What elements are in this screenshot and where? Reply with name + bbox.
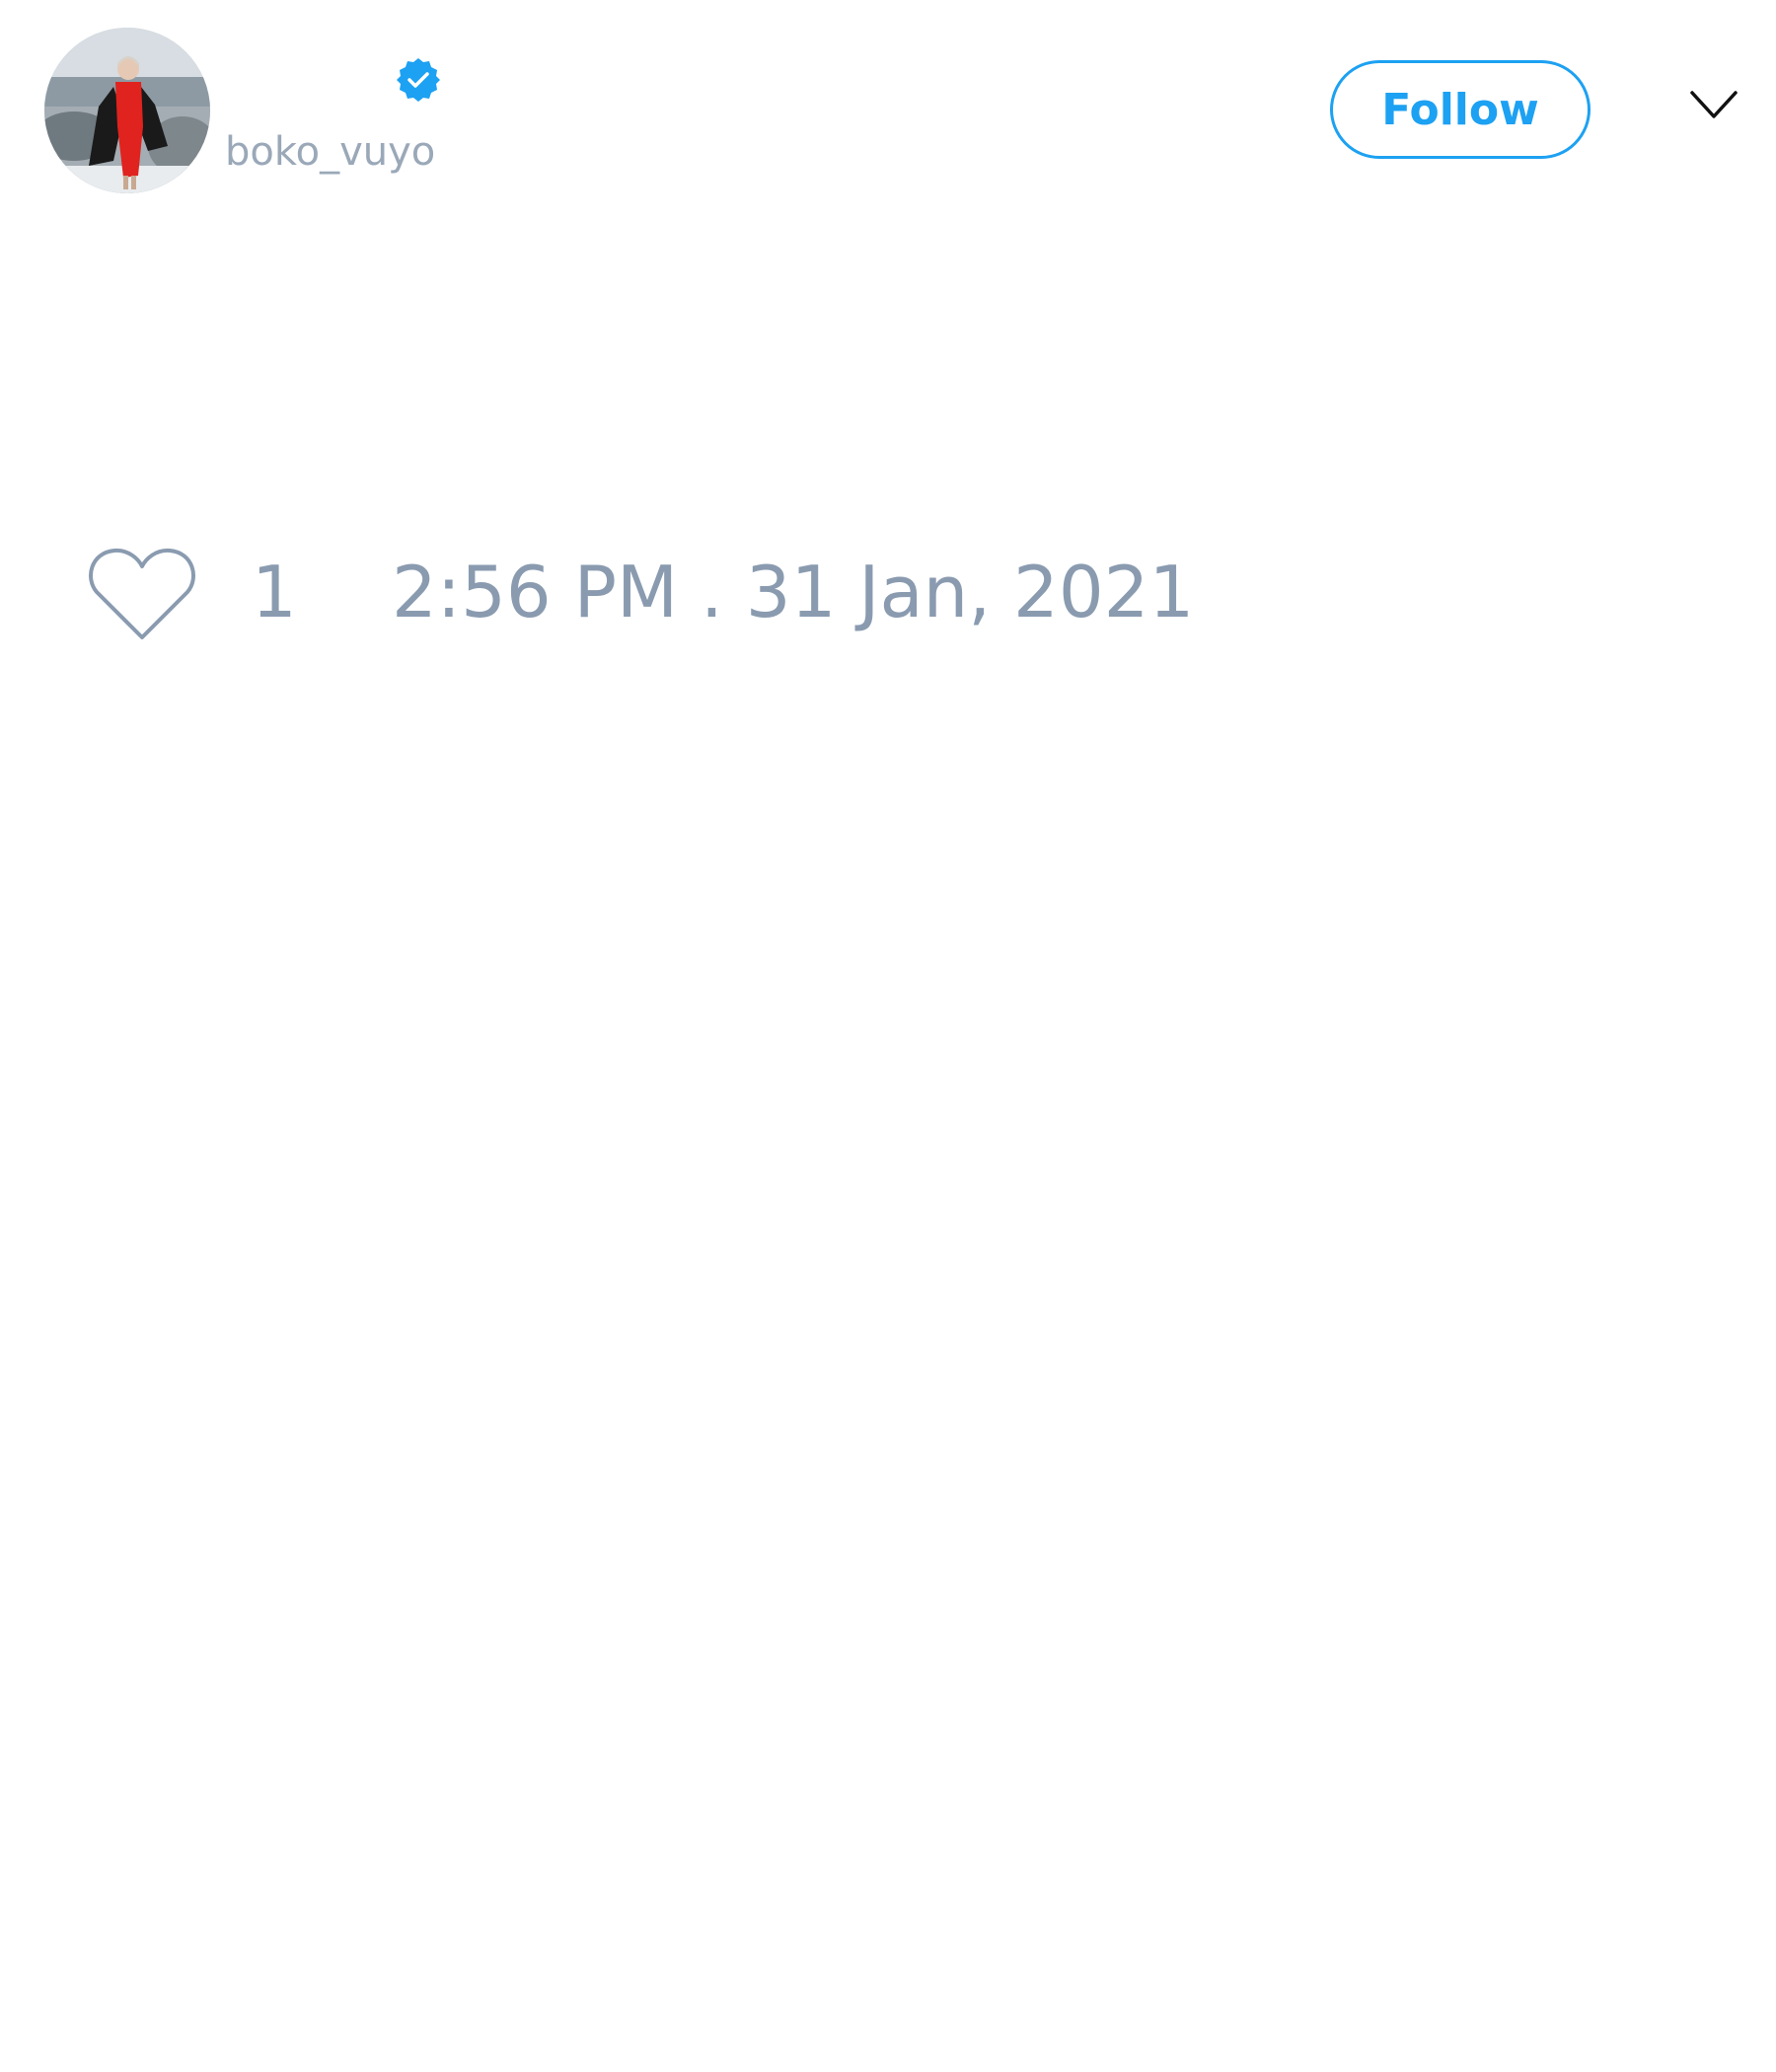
verified-badge-icon xyxy=(397,58,440,102)
tweet-timestamp[interactable]: 2:56 PM . 31 Jan, 2021 xyxy=(392,551,1194,633)
avatar[interactable] xyxy=(44,28,210,193)
chevron-down-icon[interactable] xyxy=(1689,89,1739,122)
tweet-header: boko_vuyo Follow xyxy=(0,0,1776,217)
author-handle[interactable]: boko_vuyo xyxy=(225,128,435,176)
tweet-footer: 1 2:56 PM . 31 Jan, 2021 xyxy=(0,533,1776,651)
like-count: 1 xyxy=(252,551,297,633)
heart-outline-icon[interactable] xyxy=(87,545,197,643)
follow-button[interactable]: Follow xyxy=(1330,60,1591,159)
avatar-photo xyxy=(44,28,210,193)
